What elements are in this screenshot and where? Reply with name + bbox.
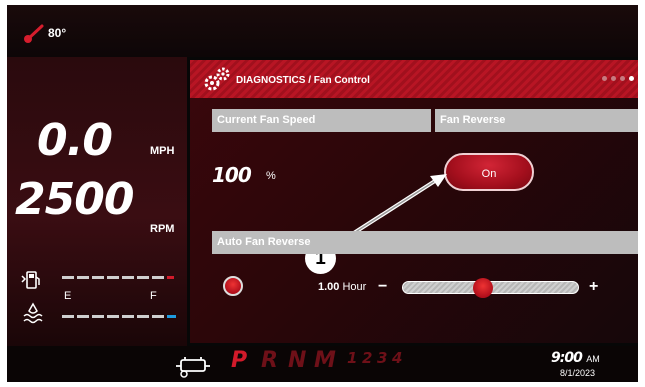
def-gauge-segment [152,315,164,318]
def-gauge-segment [137,315,149,318]
gear-manual: M [314,348,336,373]
left-gauge-panel: 0.0 MPH 2500 RPM E F [7,57,187,347]
clock-ampm: AM [586,354,600,364]
gears-icon [204,67,230,91]
gear-3: 3 [377,349,388,367]
fan-speed-value: 100 [212,163,252,187]
gear-4: 4 [392,349,403,367]
display-screen: 80° 0.0 MPH 2500 RPM E F DIAGNOSTICS / F… [7,5,638,382]
rpm-value: 2500 [15,174,134,225]
status-bar: 80° [7,5,638,57]
gear-reverse: R [261,348,278,373]
def-gauge-segment [122,315,134,318]
gear-2: 2 [362,349,373,367]
fan-speed-unit: % [266,170,276,182]
fan-reverse-header: Fan Reverse [435,109,638,132]
clock: 9:00 AM [551,349,600,367]
interval-slider[interactable] [402,278,579,298]
thermometer-icon [24,24,44,43]
clock-date: 8/1/2023 [560,368,596,378]
clock-time: 9:00 [551,350,583,366]
panel-title: DIAGNOSTICS / Fan Control [236,75,370,86]
fuel-gauge-segment [107,276,119,279]
def-gauge-segment-high [167,315,176,318]
auto-fan-reverse-toggle[interactable] [223,276,243,296]
fan-control-panel: DIAGNOSTICS / Fan Control Current Fan Sp… [190,60,638,343]
gauge-full-label: F [150,290,157,302]
speed-value: 0.0 [37,115,113,166]
increase-interval-button[interactable]: + [589,278,598,296]
fan-reverse-on-button[interactable]: On [444,153,534,191]
fuel-gauge-segment [92,276,104,279]
gear-park: P [231,348,248,373]
page-dot [611,76,616,81]
temperature-value: 80° [48,26,67,40]
fuel-gauge-segment-low [167,276,174,279]
def-gauge [62,315,176,318]
page-dot [620,76,625,81]
fuel-gauge-segment [62,276,74,279]
fuel-gauge-segment [77,276,89,279]
gear-1: 1 [347,349,358,367]
interval-value: 1.00 Hour [318,281,366,293]
page-dot [602,76,607,81]
page-dot-active [629,76,634,81]
def-fluid-icon [23,302,43,324]
interval-number: 1.00 [318,281,340,293]
def-gauge-segment [92,315,104,318]
fuel-gauge-segment [137,276,149,279]
fuel-gauge [62,276,174,279]
page-indicator[interactable] [602,76,634,81]
transmission-icon [176,357,210,378]
rpm-unit: RPM [150,223,175,235]
fuel-gauge-segment [152,276,164,279]
interval-unit: Hour [342,281,367,293]
gear-neutral: N [288,348,307,373]
gauge-empty-label: E [64,290,72,302]
current-fan-speed-header: Current Fan Speed [212,109,431,132]
slider-thumb[interactable] [472,278,493,298]
def-gauge-segment [77,315,89,318]
auto-fan-reverse-header: Auto Fan Reverse [212,231,638,254]
fuel-pump-icon [21,271,40,289]
temperature-indicator: 80° [23,23,66,43]
def-gauge-segment [107,315,119,318]
panel-header: DIAGNOSTICS / Fan Control [190,60,638,98]
gear-status-bar: P R N M 1 2 3 4 9:00 AM 8/1/2023 [7,346,638,382]
decrease-interval-button[interactable]: − [378,278,387,296]
fuel-gauge-segment [122,276,134,279]
def-gauge-segment [62,315,74,318]
speed-unit: MPH [150,145,175,157]
